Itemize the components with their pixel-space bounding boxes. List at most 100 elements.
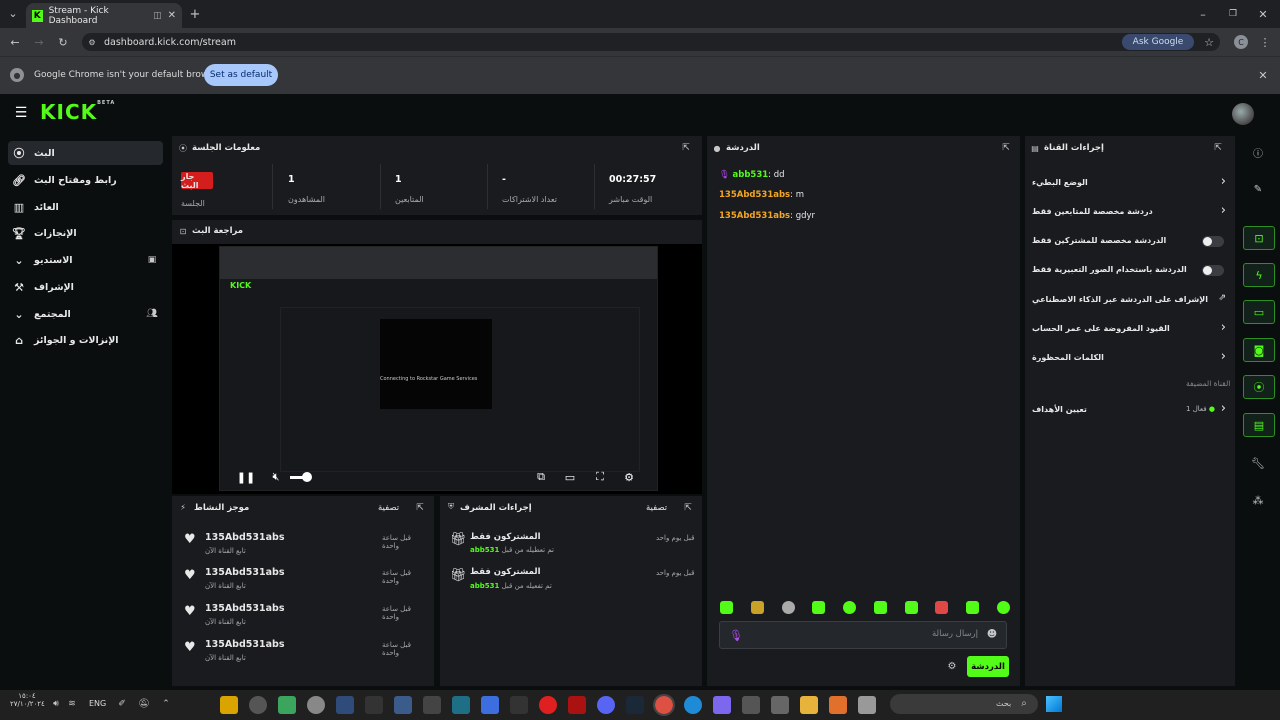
emote-icon[interactable] bbox=[996, 601, 1010, 614]
app-icon[interactable] bbox=[742, 696, 760, 714]
emote-icon[interactable] bbox=[935, 601, 949, 614]
wifi-icon[interactable]: ≋ bbox=[66, 698, 78, 710]
app-icon[interactable] bbox=[858, 696, 876, 714]
slow-mode-row[interactable]: الوضع البطيء › bbox=[1030, 173, 1230, 193]
emote-icon[interactable] bbox=[720, 601, 733, 614]
reload-icon[interactable]: ↻ bbox=[56, 35, 70, 49]
app-icon[interactable] bbox=[336, 696, 354, 714]
account-age-row[interactable]: القيود المفروضة على عمر الحساب › bbox=[1030, 319, 1230, 339]
clock[interactable]: ١٥:٠٤ ٢٧/١٠/٢٠٢٤ bbox=[10, 692, 45, 708]
activity-filter-button[interactable]: تصفية bbox=[378, 503, 399, 513]
popout-icon[interactable]: ⇱ bbox=[1212, 142, 1224, 154]
tab-list-icon[interactable]: ⌄ bbox=[6, 6, 20, 20]
sidebar-item-revenue[interactable]: ▥ العائد bbox=[8, 195, 163, 219]
theater-icon[interactable]: ▭ bbox=[564, 471, 576, 484]
app-icon[interactable] bbox=[307, 696, 325, 714]
rail-button-scan[interactable]: ⊡ bbox=[1243, 226, 1275, 250]
app-icon[interactable] bbox=[568, 696, 586, 714]
goals-row[interactable]: تعيين الأهداف ● فعال 1 › bbox=[1030, 400, 1230, 420]
settings-gear-icon[interactable]: ⚙ bbox=[623, 471, 635, 484]
browser-tab[interactable]: K Stream - Kick Dashboard ◫ ✕ bbox=[26, 3, 182, 28]
edit-icon[interactable]: ✎ bbox=[1251, 182, 1265, 196]
emoji-icon[interactable]: ☻ bbox=[986, 628, 998, 640]
infobar-close-icon[interactable]: ✕ bbox=[1256, 68, 1270, 82]
input-language[interactable]: ENG bbox=[89, 699, 106, 708]
emotes-only-toggle[interactable] bbox=[1202, 265, 1224, 276]
wrench-icon[interactable]: 🔧︎ bbox=[1251, 456, 1265, 470]
app-icon[interactable] bbox=[452, 696, 470, 714]
tab-mute-icon[interactable]: ◫ bbox=[153, 11, 162, 21]
app-icon[interactable] bbox=[626, 696, 644, 714]
restore-icon[interactable]: ❐ bbox=[1226, 7, 1240, 21]
emote-icon[interactable] bbox=[812, 601, 826, 614]
forward-icon[interactable]: → bbox=[32, 35, 46, 49]
app-icon[interactable] bbox=[684, 696, 702, 714]
mod-filter-button[interactable]: تصفية bbox=[646, 503, 667, 513]
site-info-icon[interactable]: ⚙ bbox=[86, 36, 98, 48]
emote-icon[interactable] bbox=[873, 601, 887, 614]
app-icon[interactable] bbox=[539, 696, 557, 714]
subscribers-only-toggle[interactable] bbox=[1202, 236, 1224, 247]
profile-avatar[interactable]: C bbox=[1234, 35, 1248, 49]
sidebar-item-stream[interactable]: ⦿ البث bbox=[8, 141, 163, 165]
rail-button-layers[interactable]: ▤ bbox=[1243, 413, 1275, 437]
volume-icon[interactable]: 🔊︎ bbox=[50, 698, 62, 710]
popout-icon[interactable]: ⇱ bbox=[1000, 142, 1012, 154]
app-icon[interactable] bbox=[423, 696, 441, 714]
notifications-off-icon[interactable]: 🔕︎ bbox=[138, 698, 150, 710]
ai-moderation-row[interactable]: الإشراف على الدردشة عبر الذكاء الاصطناعي… bbox=[1030, 290, 1230, 310]
app-icon[interactable] bbox=[481, 696, 499, 714]
apps-icon[interactable]: ⁂ bbox=[1251, 493, 1265, 507]
window-close-icon[interactable]: ✕ bbox=[1256, 7, 1270, 21]
banned-words-row[interactable]: الكلمات المحظورة › bbox=[1030, 348, 1230, 368]
rail-button-bolt[interactable]: ϟ bbox=[1243, 263, 1275, 287]
app-icon[interactable] bbox=[713, 696, 731, 714]
sidebar-item-achievements[interactable]: 🏆︎ الإنجازات bbox=[8, 221, 163, 245]
volume-slider-thumb[interactable] bbox=[302, 472, 312, 482]
app-icon[interactable] bbox=[597, 696, 615, 714]
ask-google-button[interactable]: Ask Google bbox=[1122, 34, 1194, 50]
app-icon[interactable] bbox=[365, 696, 383, 714]
popout-icon[interactable]: ⇱ bbox=[414, 502, 426, 514]
chrome-taskbar-icon[interactable] bbox=[653, 694, 675, 716]
app-icon[interactable] bbox=[510, 696, 528, 714]
app-icon[interactable] bbox=[394, 696, 412, 714]
taskbar-search[interactable] bbox=[890, 694, 1038, 714]
kick-logo[interactable]: KICKBETA bbox=[40, 100, 115, 124]
app-icon[interactable] bbox=[278, 696, 296, 714]
pen-icon[interactable]: ✐ bbox=[116, 698, 128, 710]
followers-only-row[interactable]: دردشة مخصصة للمتابعين فقط › bbox=[1030, 202, 1230, 222]
emote-icon[interactable] bbox=[781, 601, 795, 614]
hamburger-menu-icon[interactable]: ☰ bbox=[12, 105, 30, 121]
emote-icon[interactable] bbox=[750, 601, 764, 614]
fullscreen-icon[interactable]: ⛶ bbox=[594, 470, 606, 483]
popout-icon[interactable]: ⇱ bbox=[680, 142, 692, 154]
app-icon[interactable] bbox=[771, 696, 789, 714]
chat-settings-icon[interactable]: ⚙ bbox=[946, 660, 958, 672]
user-avatar[interactable] bbox=[1232, 103, 1254, 125]
rail-button-broadcast[interactable]: ⦿ bbox=[1243, 375, 1275, 399]
windows-start-icon[interactable] bbox=[1046, 696, 1062, 712]
pip-icon[interactable]: ⧉ bbox=[535, 470, 547, 483]
sidebar-item-community[interactable]: ⌄ المجتمع bbox=[8, 302, 163, 326]
sidebar-item-drops[interactable]: ⌂ الإنزالات و الجوائز bbox=[8, 328, 163, 352]
emote-icon[interactable] bbox=[843, 601, 857, 614]
sidebar-item-studio[interactable]: ⌄ الاستديو bbox=[8, 248, 163, 272]
tray-chevron-icon[interactable]: ⌃ bbox=[160, 698, 172, 710]
pause-icon[interactable]: ❚❚ bbox=[237, 471, 255, 484]
app-icon[interactable] bbox=[829, 696, 847, 714]
url-field[interactable]: dashboard.kick.com/stream bbox=[82, 33, 1220, 51]
set-default-button[interactable]: Set as default bbox=[204, 64, 278, 86]
bookmark-star-icon[interactable]: ☆ bbox=[1202, 35, 1216, 49]
emote-icon[interactable] bbox=[904, 601, 918, 614]
minimize-icon[interactable]: – bbox=[1196, 7, 1210, 21]
app-icon[interactable] bbox=[220, 696, 238, 714]
back-icon[interactable]: ← bbox=[8, 35, 22, 49]
app-icon[interactable] bbox=[249, 696, 267, 714]
mic-icon[interactable]: 🎙︎ bbox=[729, 628, 743, 642]
chrome-menu-icon[interactable]: ⋮ bbox=[1258, 35, 1272, 49]
rail-button-clipboard[interactable]: ▭ bbox=[1243, 300, 1275, 324]
sidebar-item-moderation[interactable]: ⚒ الإشراف bbox=[8, 275, 163, 299]
new-tab-icon[interactable]: + bbox=[188, 7, 202, 22]
popout-icon[interactable]: ⇱ bbox=[682, 502, 694, 514]
